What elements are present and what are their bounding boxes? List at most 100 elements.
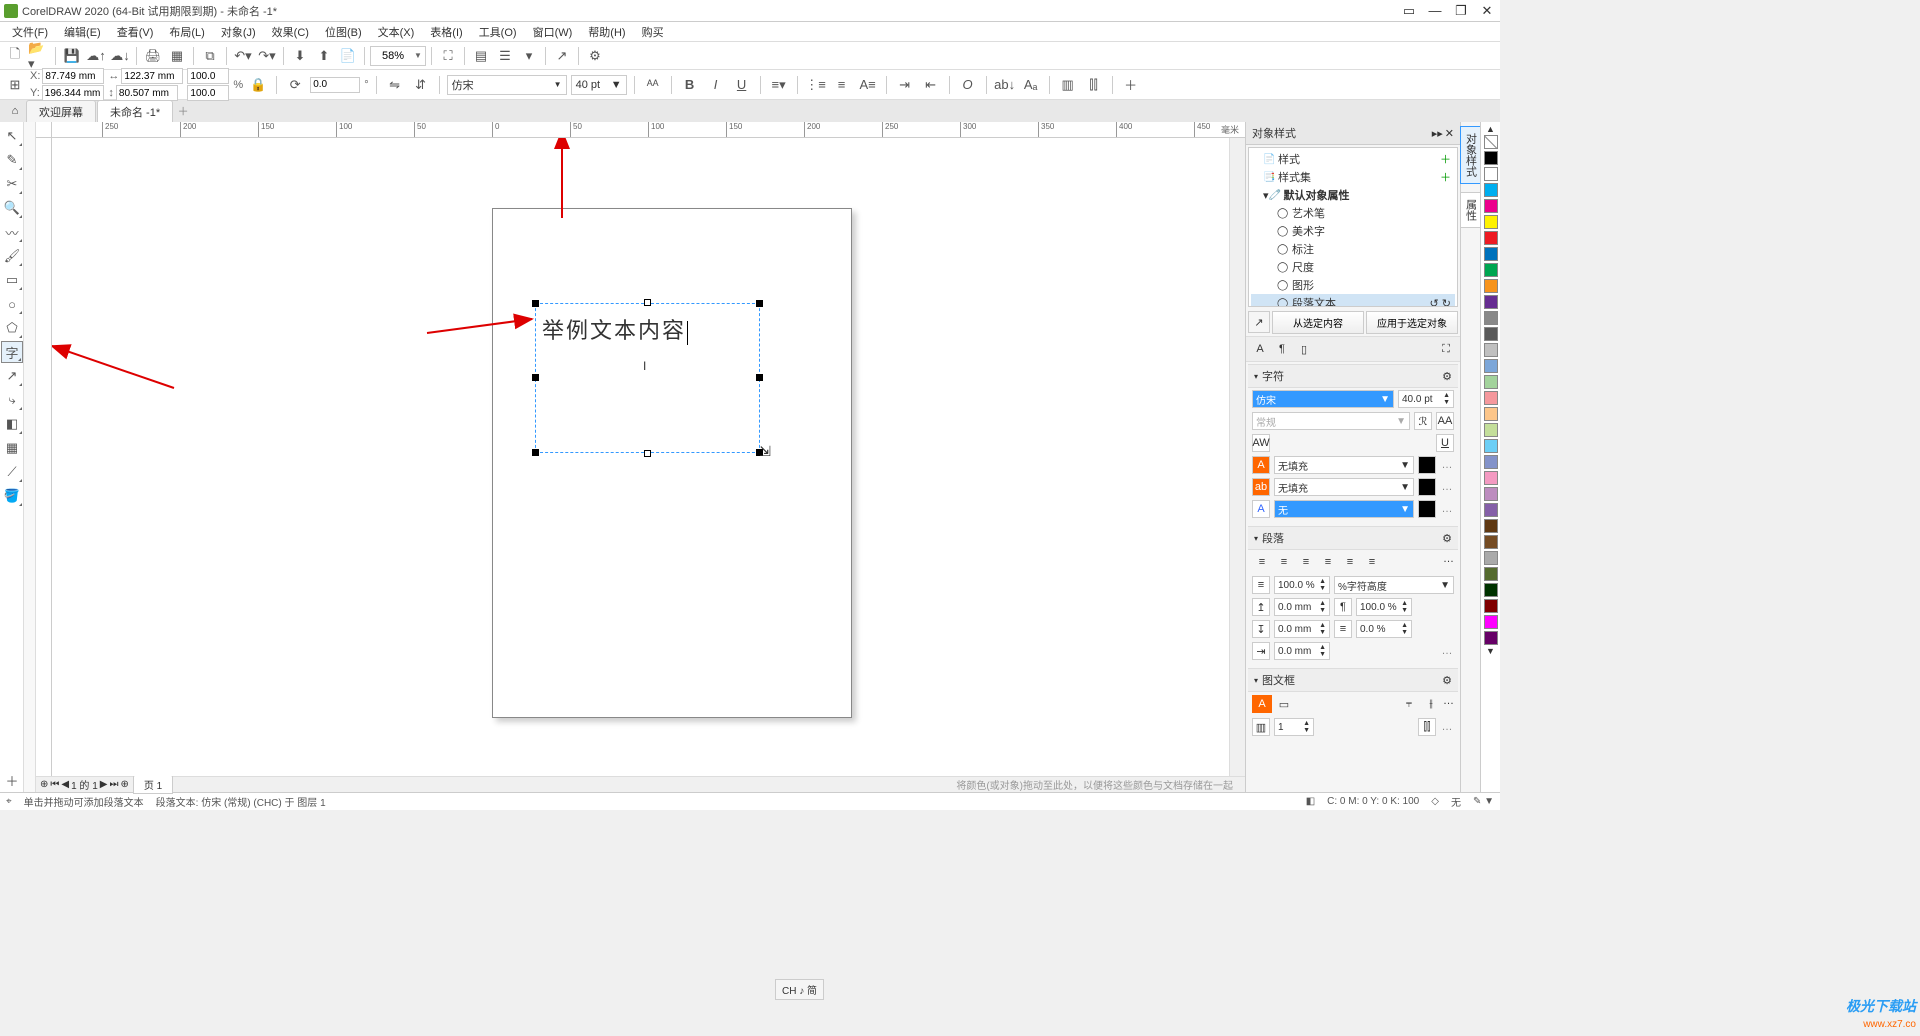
style-tree[interactable]: 📄样式＋ 📑样式集＋ ▾🧷默认对象属性 ◯艺术笔 ◯美术字 ◯标注 ◯尺度 ◯图… <box>1248 147 1458 307</box>
cols-more-icon[interactable]: … <box>1440 721 1454 733</box>
undo-icon[interactable]: ↶▾ <box>232 45 254 67</box>
menu-help[interactable]: 帮助(H) <box>580 22 633 42</box>
frame-tab-icon[interactable]: ▯ <box>1294 340 1314 358</box>
fill-tool-icon[interactable]: 🪣 <box>1 485 23 507</box>
char-outline-combo[interactable]: 无▼ <box>1274 500 1414 518</box>
para-more-icon[interactable]: … <box>1440 645 1454 657</box>
color-swatch[interactable] <box>1484 567 1498 581</box>
page-add2-icon[interactable]: ⊕ <box>120 779 128 790</box>
color-swatch[interactable] <box>1484 279 1498 293</box>
color-swatch[interactable] <box>1484 167 1498 181</box>
char-style-combo[interactable]: 常规▼ <box>1252 412 1410 430</box>
color-swatch[interactable] <box>1484 199 1498 213</box>
zoom-combo[interactable]: ▼ <box>370 46 426 66</box>
parallel-dim-icon[interactable]: ↗ <box>1 365 23 387</box>
pick-tool-icon[interactable]: ↖ <box>1 125 23 147</box>
scale-x-input[interactable] <box>187 68 229 84</box>
char-size-spin[interactable]: 40.0 pt▲▼ <box>1398 390 1454 408</box>
color-swatch[interactable] <box>1484 391 1498 405</box>
color-swatch[interactable] <box>1484 183 1498 197</box>
docker-tab-properties[interactable]: 属性 <box>1460 192 1482 228</box>
page-prev-icon[interactable]: ◀ <box>61 779 69 790</box>
font-size-combo[interactable]: 40 pt▼ <box>571 75 627 95</box>
obj-w-input[interactable] <box>121 68 183 84</box>
fill-more-icon[interactable]: … <box>1440 459 1454 471</box>
rotation-input[interactable] <box>310 77 360 93</box>
tab-add-icon[interactable]: ＋ <box>174 103 192 119</box>
mirror-v-icon[interactable]: ⇵ <box>410 74 432 96</box>
text-tool-icon[interactable]: 字 <box>1 341 23 363</box>
color-swatch[interactable] <box>1484 231 1498 245</box>
para-section-header[interactable]: ▾段落⚙ <box>1248 526 1458 550</box>
char-font-combo[interactable]: 仿宋▼ <box>1252 390 1394 408</box>
menu-file[interactable]: 文件(F) <box>4 22 56 42</box>
char-bg-combo[interactable]: 无填充▼ <box>1274 478 1414 496</box>
text-resize-handle-icon[interactable]: ⇲ <box>759 443 771 460</box>
vertical-scrollbar[interactable] <box>1229 138 1245 776</box>
menu-object[interactable]: 对象(J) <box>213 22 264 42</box>
snap-icon[interactable]: ▤ <box>470 45 492 67</box>
color-swatch[interactable] <box>1484 407 1498 421</box>
align-full-icon[interactable]: ≡ <box>1340 553 1360 571</box>
from-selected-button[interactable]: 从选定内容 <box>1272 311 1364 334</box>
palette-up-icon[interactable]: ▲ <box>1486 124 1495 134</box>
color-swatch[interactable] <box>1484 311 1498 325</box>
edit-text-icon[interactable]: O <box>957 74 979 96</box>
page-last-icon[interactable]: ⏭ <box>109 779 118 790</box>
add-icon[interactable]: ＋ <box>1120 74 1142 96</box>
after-spin[interactable]: 0.0 mm▲▼ <box>1274 620 1330 638</box>
align-right-icon[interactable]: ≡ <box>1318 553 1338 571</box>
fill-swatch-icon[interactable] <box>1418 456 1436 474</box>
increase-indent-icon[interactable]: ⇥ <box>894 74 916 96</box>
color-swatch[interactable] <box>1484 375 1498 389</box>
after2-spin[interactable]: 0.0 %▲▼ <box>1356 620 1412 638</box>
ellipse-tool-icon[interactable]: ○ <box>1 293 23 315</box>
pdf-icon[interactable]: 📄 <box>337 45 359 67</box>
color-swatch[interactable] <box>1484 519 1498 533</box>
para-tab-icon[interactable]: ¶ <box>1272 340 1292 358</box>
new-from-icon[interactable]: ↗ <box>1248 311 1270 333</box>
menu-table[interactable]: 表格(I) <box>422 22 470 42</box>
vertical-ruler[interactable] <box>36 138 52 776</box>
pen-indicator-icon[interactable]: ✎ ▼ <box>1473 796 1494 807</box>
import-icon[interactable]: ⬇ <box>289 45 311 67</box>
copy-icon[interactable]: ⧉ <box>199 45 221 67</box>
launch-icon[interactable]: ↗ <box>551 45 573 67</box>
align-more-icon[interactable]: … <box>1443 553 1454 571</box>
menu-view[interactable]: 查看(V) <box>109 22 162 42</box>
indent-spin[interactable]: 0.0 mm▲▼ <box>1274 642 1330 660</box>
color-swatch[interactable] <box>1484 551 1498 565</box>
align-left-icon[interactable]: ≡ <box>1274 553 1294 571</box>
transformations-icon[interactable]: ⊞ <box>4 74 26 96</box>
kerning-icon[interactable]: AW <box>1252 434 1270 452</box>
column-icon[interactable]: ▥ <box>1057 74 1079 96</box>
align-none-icon[interactable]: ≡ <box>1252 553 1272 571</box>
align-center-icon[interactable]: ≡ <box>1296 553 1316 571</box>
color-swatch[interactable] <box>1484 583 1498 597</box>
mirror-h-icon[interactable]: ⇋ <box>384 74 406 96</box>
color-swatch[interactable] <box>1484 263 1498 277</box>
allcaps-icon[interactable]: AA <box>1436 412 1454 430</box>
color-swatch[interactable] <box>1484 471 1498 485</box>
frame-vert-top-icon[interactable]: ⫧ <box>1399 695 1419 713</box>
palette-down-icon[interactable]: ▼ <box>1486 646 1495 656</box>
color-swatch[interactable] <box>1484 215 1498 229</box>
obj-y-input[interactable] <box>42 85 104 101</box>
text-align-icon[interactable]: ≡▾ <box>768 74 790 96</box>
line-spacing-spin[interactable]: 100.0 %▲▼ <box>1274 576 1330 594</box>
frame-section-header[interactable]: ▾图文框⚙ <box>1248 668 1458 692</box>
paragraph-text-content[interactable]: 举例文本内容 <box>542 313 688 345</box>
canvas[interactable]: ⇲ I 举例文本内容 <box>52 138 1229 776</box>
tab-document[interactable]: 未命名 -1* <box>97 100 173 123</box>
align-force-icon[interactable]: ≡ <box>1362 553 1382 571</box>
color-swatch[interactable] <box>1484 599 1498 613</box>
close-icon[interactable]: ✕ <box>1478 3 1496 19</box>
text-case-icon[interactable]: Aₐ <box>1020 74 1042 96</box>
script-icon[interactable]: ℛ <box>1414 412 1432 430</box>
drop-shadow-icon[interactable]: ◧ <box>1 413 23 435</box>
outline-indicator-icon[interactable]: ◇ <box>1431 796 1439 807</box>
obj-x-input[interactable] <box>42 68 104 84</box>
color-swatch[interactable] <box>1484 487 1498 501</box>
color-swatch[interactable] <box>1484 327 1498 341</box>
line-spacing-mode-combo[interactable]: %字符高度▼ <box>1334 576 1454 594</box>
